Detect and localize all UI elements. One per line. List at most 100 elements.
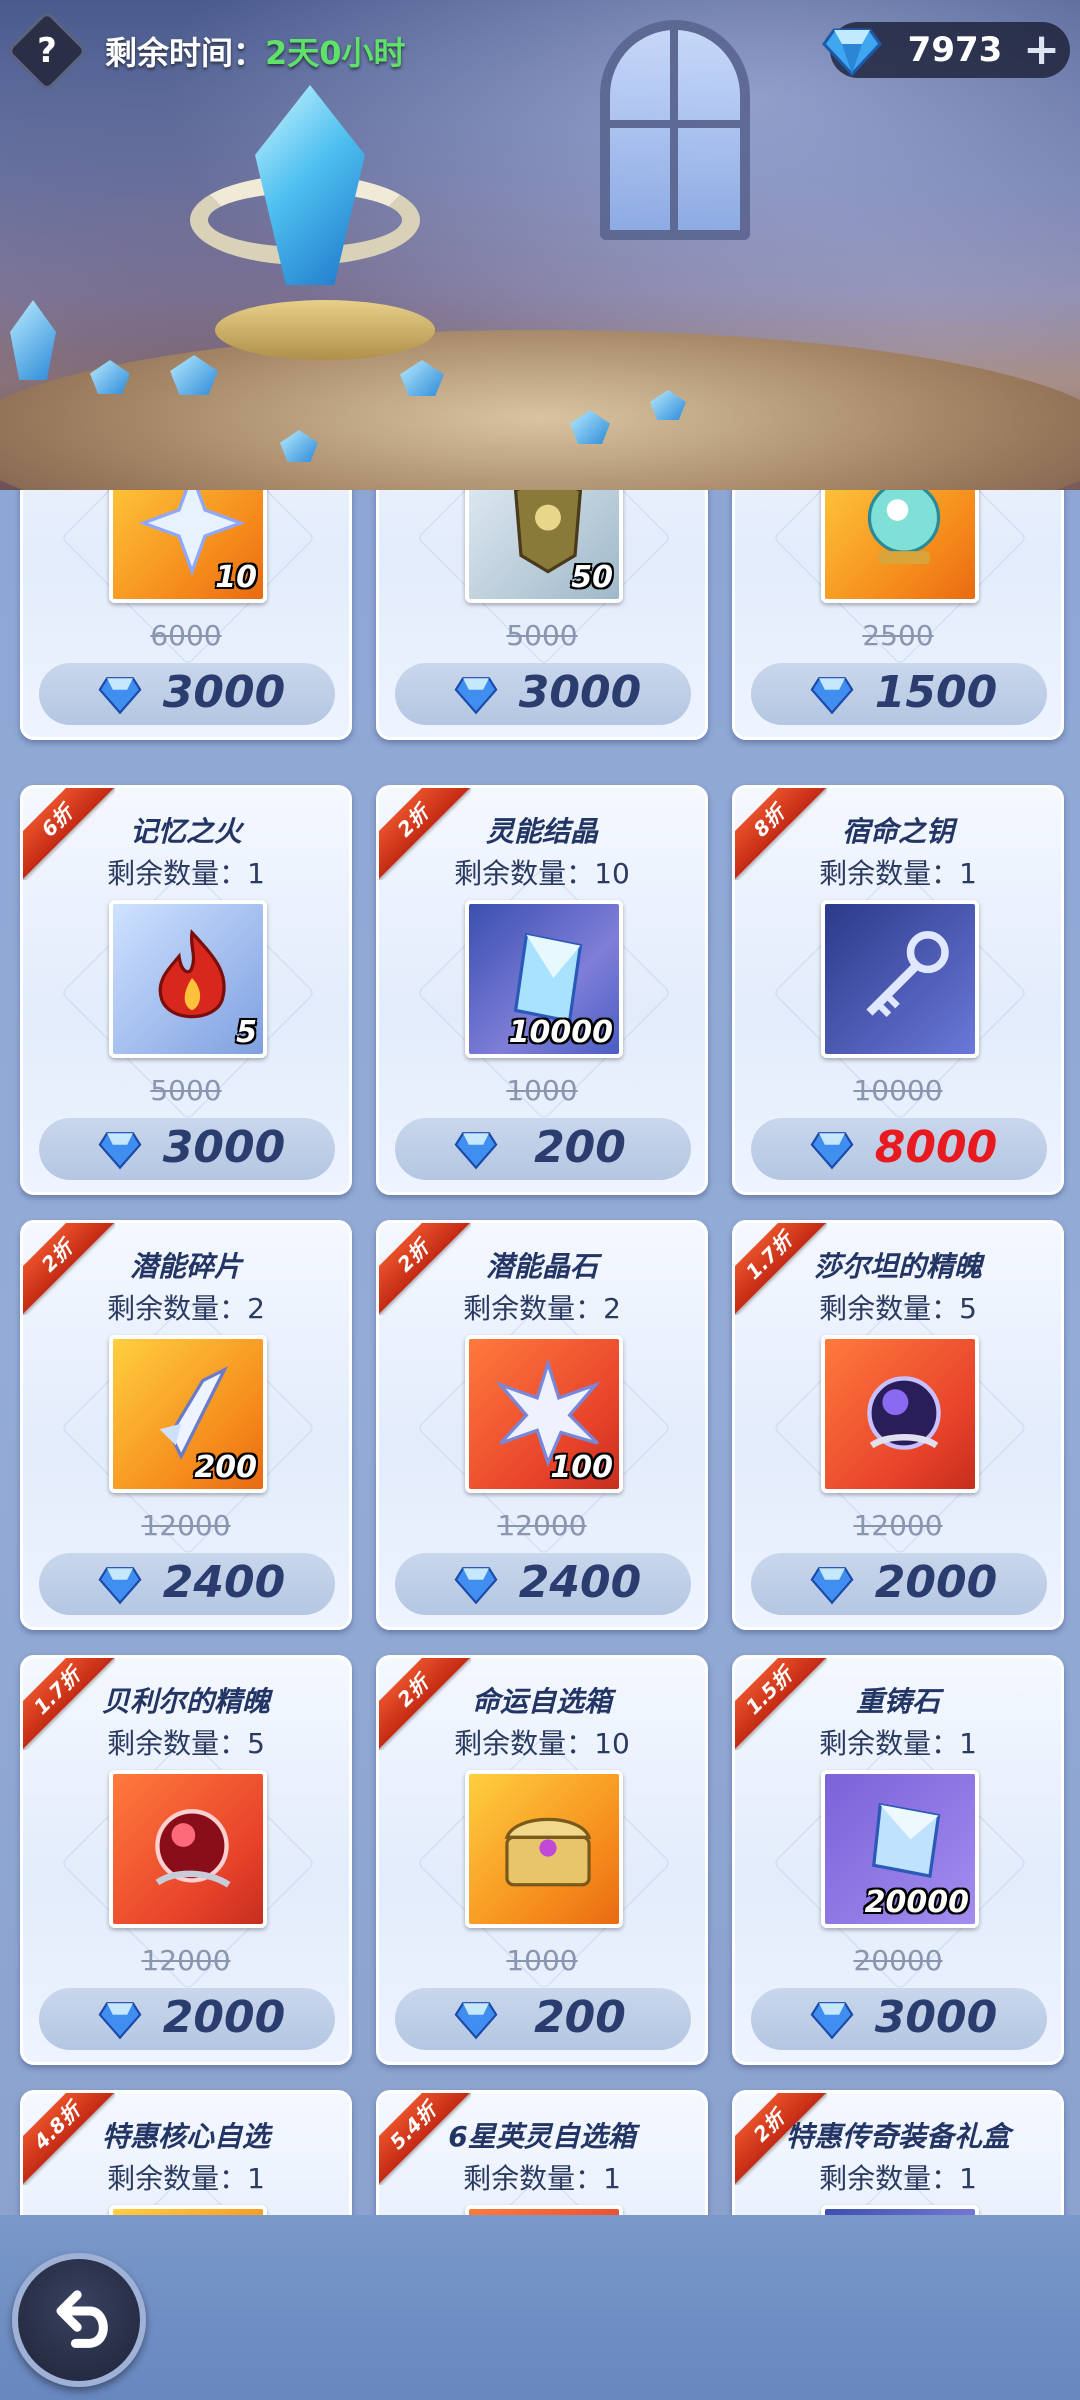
buy-price-button[interactable]: 2000 [751,1553,1047,1615]
crystal-orb-icon [867,490,941,565]
item-image [821,900,979,1058]
item-stock: 剩余数量：10 [454,1727,630,1760]
original-price: 1000 [506,1944,578,1977]
shop-item-card[interactable]: 2折 潜能晶石 剩余数量：2 100 12000 2400 [376,1220,708,1630]
diamond-icon [822,28,882,77]
original-price: 1000 [506,1074,578,1107]
item-image: 10000 [465,900,623,1058]
item-name: 记忆之火 [129,815,242,848]
item-name: 潜能碎片 [129,1250,242,1283]
diamond-icon [98,677,142,715]
shop-item-card[interactable]: 2500 1500 [732,490,1064,740]
shop-item-card[interactable]: 10 6000 3000 [20,490,352,740]
diamond-amount: 7973 [907,30,1003,70]
item-stock: 剩余数量：10 [454,857,630,890]
chest-icon [504,1817,592,1887]
question-icon: ? [37,31,57,71]
diamond-icon [98,2002,142,2040]
diamond-icon [98,1132,142,1170]
diamond-icon [454,677,498,715]
buy-price-button[interactable]: 3000 [751,1988,1047,2050]
shop-item-card[interactable]: 2折 潜能碎片 剩余数量：2 200 12000 2400 [20,1220,352,1630]
red-orb-icon [155,1809,231,1888]
add-diamond-button[interactable]: + [1023,28,1060,72]
buy-price-button[interactable]: 2400 [39,1553,335,1615]
original-price: 20000 [853,1944,943,1977]
item-stock: 剩余数量：1 [463,2162,621,2195]
diamond-icon [454,1567,498,1605]
shop-item-card[interactable]: 1.7折 贝利尔的精魄 剩余数量：5 12000 2000 [20,1655,352,2065]
original-price: 12000 [141,1944,231,1977]
item-stock: 剩余数量：1 [107,2162,265,2195]
item-image [465,1770,623,1928]
item-name: 宿命之钥 [841,815,954,848]
shop-item-card[interactable]: 4.8折 特惠核心自选 剩余数量：1 [20,2090,352,2215]
shop-item-card[interactable]: 6折 记忆之火 剩余数量：1 5 5000 3000 [20,785,352,1195]
diamond-icon [810,677,854,715]
timer-value: 2天0小时 [265,34,406,72]
item-stock: 剩余数量：1 [819,857,977,890]
original-price: 12000 [141,1509,231,1542]
original-price: 5000 [506,619,578,652]
crystal-pedestal [215,300,435,360]
shop-item-card[interactable]: 5.4折 6星英灵自选箱 剩余数量：1 [376,2090,708,2215]
core-box-icon [109,2205,267,2215]
original-price: 12000 [497,1509,587,1542]
item-name: 潜能晶石 [485,1250,598,1283]
shop-item-card[interactable]: 2折 灵能结晶 剩余数量：10 10000 1000 200 [376,785,708,1195]
diamond-icon [454,1132,498,1170]
bottom-bar [0,2215,1080,2400]
item-image: 100 [465,1335,623,1493]
item-name: 特惠传奇装备礼盒 [785,2120,1010,2153]
shop-item-card[interactable]: 1.5折 重铸石 剩余数量：1 20000 20000 3000 [732,1655,1064,2065]
buy-price-button[interactable]: 3000 [39,1118,335,1180]
item-name: 灵能结晶 [485,815,598,848]
back-arrow-icon [56,2290,108,2348]
item-image: 20000 [821,1770,979,1928]
diamond-icon [454,2002,498,2040]
item-name: 贝利尔的精魄 [101,1685,270,1718]
buy-price-button[interactable]: 3000 [395,663,691,725]
buy-price-button[interactable]: 8000 [751,1118,1047,1180]
item-stock: 剩余数量：5 [107,1727,265,1760]
item-image [821,1335,979,1493]
item-name: 6星英灵自选箱 [448,2120,636,2153]
key-icon [866,931,949,1018]
item-image [109,1770,267,1928]
item-name: 命运自选箱 [471,1685,612,1718]
item-stock: 剩余数量：1 [819,1727,977,1760]
buy-price-button[interactable]: 200 [395,1118,691,1180]
item-stock: 剩余数量：2 [463,1292,621,1325]
shop-item-card[interactable]: 2折 特惠传奇装备礼盒 剩余数量：1 [732,2090,1064,2215]
buy-price-button[interactable]: 1500 [751,663,1047,725]
original-price: 10000 [853,1074,943,1107]
buy-price-button[interactable]: 200 [395,1988,691,2050]
gear-box-icon [821,2205,979,2215]
shop-item-card[interactable]: 8折 宿命之钥 剩余数量：1 10000 8000 [732,785,1064,1195]
buy-price-button[interactable]: 2400 [395,1553,691,1615]
buy-price-button[interactable]: 3000 [39,663,335,725]
item-image: 50 [465,490,623,603]
diamond-icon [810,2002,854,2040]
original-price: 12000 [853,1509,943,1542]
shop-grid: 10 6000 3000 50 5000 3000 2500 1500 6折 记… [0,490,1080,2215]
item-name: 莎尔坦的精魄 [813,1250,982,1283]
shop-item-card[interactable]: 50 5000 3000 [376,490,708,740]
shop-banner: ? 剩余时间：2天0小时 7973 + [0,0,1080,490]
diamond-icon [810,1567,854,1605]
timer-label: 剩余时间： [105,34,266,72]
item-stock: 剩余数量：1 [819,2162,977,2195]
back-button[interactable] [12,2253,146,2387]
shop-item-card[interactable]: 2折 命运自选箱 剩余数量：10 1000 200 [376,1655,708,2065]
original-price: 6000 [150,619,222,652]
item-image: 200 [109,1335,267,1493]
item-name: 特惠核心自选 [101,2120,270,2153]
buy-price-button[interactable]: 2000 [39,1988,335,2050]
diamond-icon [98,1567,142,1605]
shop-item-card[interactable]: 1.7折 莎尔坦的精魄 剩余数量：5 12000 2000 [732,1220,1064,1630]
item-image: 5 [109,900,267,1058]
hero-box-icon [465,2205,623,2215]
remaining-time: 剩余时间：2天0小时 [105,28,406,74]
item-stock: 剩余数量：5 [819,1292,977,1325]
diamond-icon [810,1132,854,1170]
